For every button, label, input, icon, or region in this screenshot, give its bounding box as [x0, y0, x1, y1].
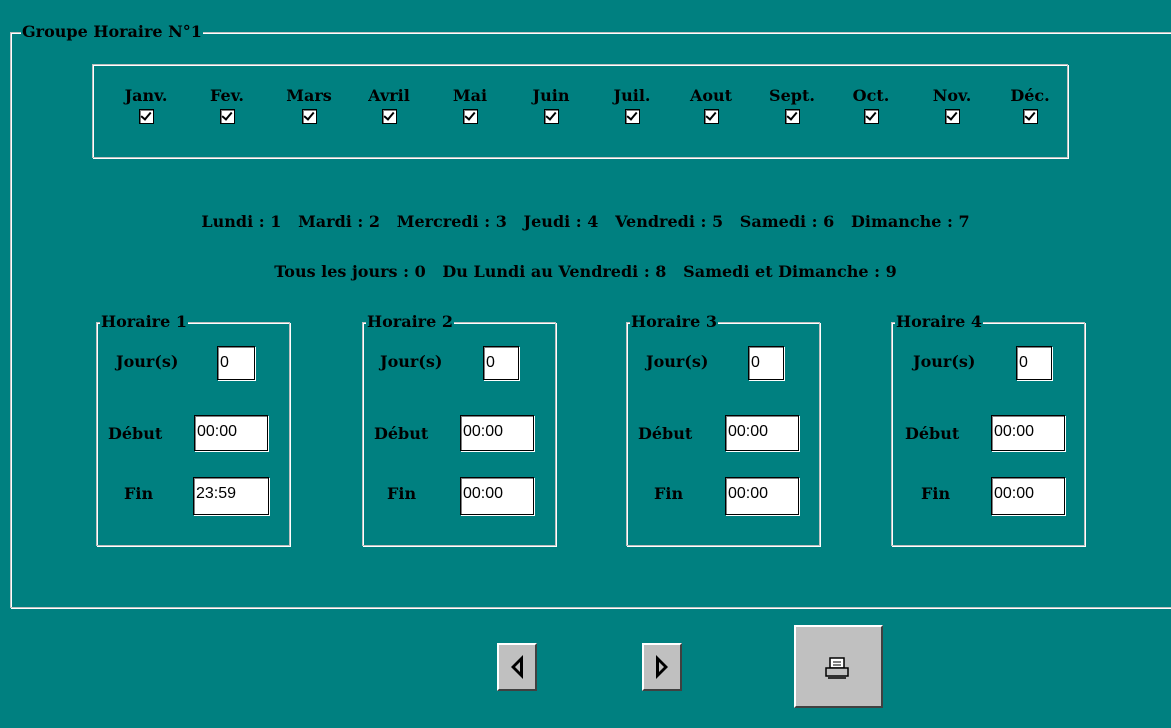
month-label: Mai: [452, 86, 488, 105]
month-label: Juin: [532, 86, 570, 105]
days-label: Jour(s): [116, 352, 179, 371]
end-time-input[interactable]: 00:00: [460, 477, 534, 515]
start-time-input[interactable]: 00:00: [725, 415, 799, 451]
month-label: Aout: [689, 86, 733, 105]
month-checkbox-oct[interactable]: [863, 109, 879, 124]
month-janv: Janv.: [116, 86, 176, 124]
month-checkbox-nov[interactable]: [944, 109, 960, 124]
schedule-frame-4: Horaire 4 Jour(s) 0 Début 00:00 Fin 00:0…: [891, 313, 1085, 546]
month-juil: Juil.: [602, 86, 662, 124]
printer-icon: [825, 657, 849, 679]
next-button[interactable]: [642, 643, 682, 691]
start-label: Début: [638, 424, 693, 443]
month-label: Fev.: [210, 86, 244, 105]
group-title: Groupe Horaire N°1: [21, 22, 203, 41]
schedule-frame-3: Horaire 3 Jour(s) 0 Début 00:00 Fin 00:0…: [626, 313, 820, 546]
month-label: Oct.: [852, 86, 890, 105]
schedule-title: Horaire 4: [895, 312, 983, 331]
month-mai: Mai: [440, 86, 500, 124]
schedule-title: Horaire 1: [100, 312, 188, 331]
days-input[interactable]: 0: [1016, 346, 1052, 380]
month-label: Sept.: [769, 86, 815, 105]
month-oct: Oct.: [841, 86, 901, 124]
days-label: Jour(s): [646, 352, 709, 371]
days-label: Jour(s): [380, 352, 443, 371]
month-label: Janv.: [124, 86, 168, 105]
month-checkbox-avril[interactable]: [381, 109, 397, 124]
month-juin: Juin: [521, 86, 581, 124]
days-input[interactable]: 0: [748, 346, 784, 380]
end-label: Fin: [921, 484, 951, 503]
end-label: Fin: [124, 484, 154, 503]
month-avril: Avril: [359, 86, 419, 124]
month-checkbox-janv[interactable]: [138, 109, 154, 124]
month-nov: Nov.: [922, 86, 982, 124]
start-time-input[interactable]: 00:00: [460, 415, 534, 451]
end-label: Fin: [654, 484, 684, 503]
schedule-frame-2: Horaire 2 Jour(s) 0 Début 00:00 Fin 00:0…: [362, 313, 556, 546]
start-label: Début: [905, 424, 960, 443]
start-label: Début: [108, 424, 163, 443]
end-time-input[interactable]: 00:00: [991, 477, 1065, 515]
end-label: Fin: [387, 484, 417, 503]
schedule-title: Horaire 3: [630, 312, 718, 331]
month-label: Mars: [286, 86, 332, 105]
month-checkbox-juil[interactable]: [624, 109, 640, 124]
previous-button[interactable]: [497, 643, 537, 691]
month-checkbox-dec[interactable]: [1022, 109, 1038, 124]
start-time-input[interactable]: 00:00: [991, 415, 1065, 451]
day-codes-legend: Lundi : 1 Mardi : 2 Mercredi : 3 Jeudi :…: [201, 212, 970, 231]
start-label: Début: [374, 424, 429, 443]
start-time-input[interactable]: 00:00: [194, 415, 268, 451]
triangle-left-icon: [511, 655, 523, 679]
month-label: Déc.: [1010, 86, 1050, 105]
month-fev: Fev.: [197, 86, 257, 124]
month-label: Juil.: [613, 86, 651, 105]
day-group-codes-legend: Tous les jours : 0 Du Lundi au Vendredi …: [274, 262, 897, 281]
triangle-right-icon: [656, 655, 668, 679]
month-dec: Déc.: [1000, 86, 1060, 124]
month-mars: Mars: [279, 86, 339, 124]
days-input[interactable]: 0: [217, 346, 255, 380]
schedule-frame-1: Horaire 1 Jour(s) 0 Début 00:00 Fin 23:5…: [96, 313, 290, 546]
days-input[interactable]: 0: [483, 346, 519, 380]
month-sept: Sept.: [762, 86, 822, 124]
days-label: Jour(s): [913, 352, 976, 371]
end-time-input[interactable]: 00:00: [725, 477, 799, 515]
month-checkbox-juin[interactable]: [543, 109, 559, 124]
month-label: Nov.: [932, 86, 972, 105]
month-aout: Aout: [681, 86, 741, 124]
month-checkbox-aout[interactable]: [703, 109, 719, 124]
month-checkbox-mai[interactable]: [462, 109, 478, 124]
schedule-title: Horaire 2: [366, 312, 454, 331]
month-checkbox-fev[interactable]: [219, 109, 235, 124]
month-label: Avril: [368, 86, 410, 105]
month-checkbox-sept[interactable]: [784, 109, 800, 124]
month-checkbox-mars[interactable]: [301, 109, 317, 124]
end-time-input[interactable]: 23:59: [193, 477, 269, 515]
print-button[interactable]: [794, 625, 883, 708]
